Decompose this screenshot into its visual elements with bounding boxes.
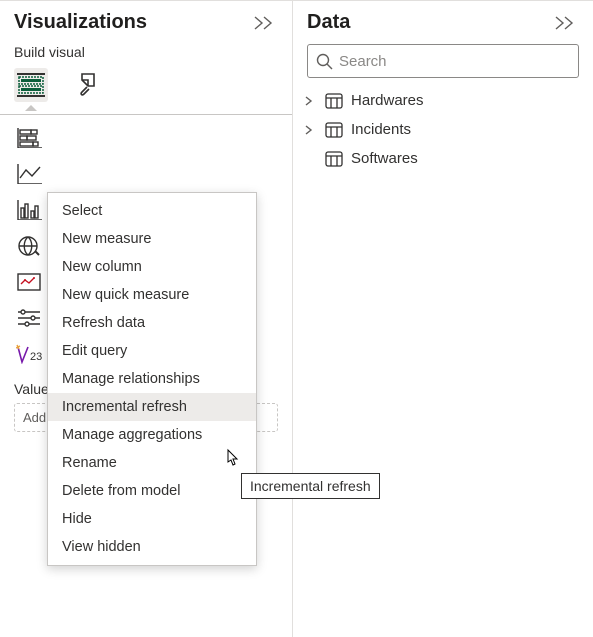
chevron-right-icon [305, 125, 317, 135]
build-visual-tab[interactable] [14, 68, 48, 102]
viz-tab-row [14, 68, 278, 102]
viz-type-powerapps[interactable]: 23 [14, 341, 44, 367]
tables-tree: Hardwares Incidents Softwares [305, 92, 579, 167]
kpi-icon [16, 272, 42, 292]
viz-tab-separator [0, 114, 292, 115]
chevron-right-icon [305, 96, 317, 106]
tooltip: Incremental refresh [241, 473, 380, 499]
ctx-hide[interactable]: Hide [48, 505, 256, 533]
format-visual-tab[interactable] [72, 68, 106, 102]
ctx-select[interactable]: Select [48, 197, 256, 225]
table-label: Hardwares [351, 92, 424, 109]
search-box[interactable] [307, 44, 579, 78]
format-icon [76, 72, 102, 98]
script-icon: 23 [16, 344, 42, 364]
viz-pane-header: Visualizations [14, 11, 278, 34]
data-pane: Data Hardwares [293, 0, 593, 637]
build-visual-label: Build visual [14, 44, 278, 60]
ctx-manage-relationships[interactable]: Manage relationships [48, 365, 256, 393]
table-icon [325, 93, 343, 109]
table-icon [325, 122, 343, 138]
data-pane-title: Data [307, 11, 350, 34]
table-context-menu: Select New measure New column New quick … [47, 192, 257, 566]
ctx-new-measure[interactable]: New measure [48, 225, 256, 253]
viz-pane-title: Visualizations [14, 11, 147, 34]
ctx-rename[interactable]: Rename [48, 449, 256, 477]
collapse-data-button[interactable] [551, 16, 579, 30]
build-visual-icon [17, 73, 45, 97]
stacked-bar-icon [16, 128, 42, 148]
collapse-viz-button[interactable] [250, 16, 278, 30]
ctx-manage-aggregations[interactable]: Manage aggregations [48, 421, 256, 449]
viz-type-line[interactable] [14, 161, 44, 187]
viz-type-stacked-bar[interactable] [14, 125, 44, 151]
ctx-edit-query[interactable]: Edit query [48, 337, 256, 365]
ctx-view-hidden[interactable]: View hidden [48, 533, 256, 561]
search-input[interactable] [339, 53, 570, 70]
table-softwares[interactable]: Softwares [305, 150, 579, 167]
data-pane-header: Data [307, 11, 579, 34]
ctx-delete-from-model[interactable]: Delete from model [48, 477, 256, 505]
ctx-new-column[interactable]: New column [48, 253, 256, 281]
viz-type-kpi[interactable] [14, 269, 44, 295]
svg-text:23: 23 [30, 351, 42, 363]
viz-type-map[interactable] [14, 233, 44, 259]
table-label: Incidents [351, 121, 411, 138]
table-label: Softwares [351, 150, 418, 167]
slicer-icon [16, 308, 42, 328]
line-chart-icon [16, 164, 42, 184]
globe-icon [17, 235, 41, 257]
table-incidents[interactable]: Incidents [305, 121, 579, 138]
ctx-incremental-refresh[interactable]: Incremental refresh [48, 393, 256, 421]
search-icon [316, 53, 333, 70]
column-chart-icon [16, 200, 42, 220]
table-hardwares[interactable]: Hardwares [305, 92, 579, 109]
ctx-refresh-data[interactable]: Refresh data [48, 309, 256, 337]
ctx-new-quick-measure[interactable]: New quick measure [48, 281, 256, 309]
table-icon [325, 151, 343, 167]
viz-type-slicer[interactable] [14, 305, 44, 331]
viz-type-clustered-column[interactable] [14, 197, 44, 223]
